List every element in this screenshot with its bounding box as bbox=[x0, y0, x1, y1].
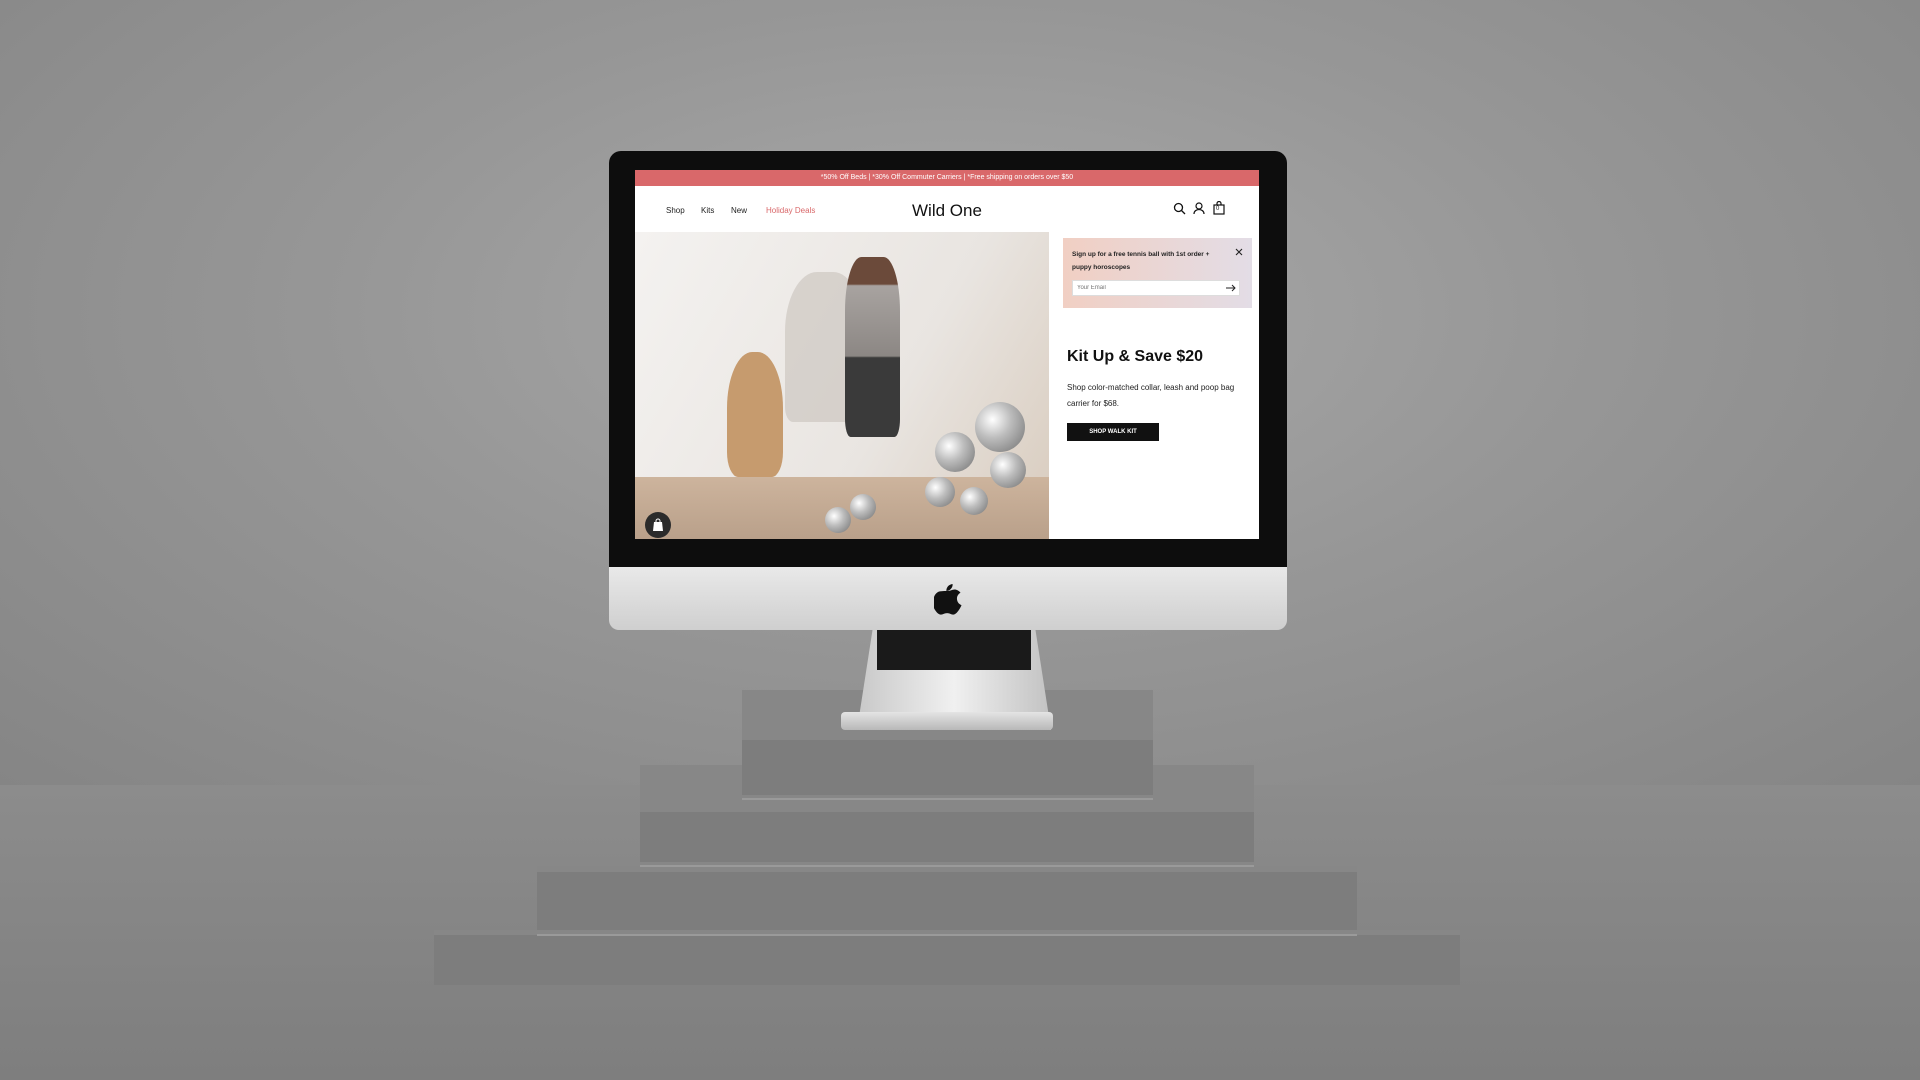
account-icon[interactable] bbox=[1193, 202, 1205, 215]
disco-ball bbox=[825, 507, 851, 533]
disco-ball bbox=[975, 402, 1025, 452]
shopify-bag-icon bbox=[653, 518, 663, 531]
podium-step-1-face bbox=[742, 740, 1153, 795]
woman-figure bbox=[845, 257, 900, 437]
browser-screen: *50% Off Beds | *30% Off Commuter Carrie… bbox=[635, 170, 1259, 539]
hero-headline: Kit Up & Save $20 bbox=[1067, 348, 1204, 365]
stand-base bbox=[841, 712, 1053, 730]
site-header: Shop Kits New Holiday Deals Wild One 0 bbox=[635, 186, 1259, 232]
podium-step-4-face bbox=[434, 935, 1460, 985]
nav-link-kits[interactable]: Kits bbox=[701, 206, 714, 215]
close-icon[interactable] bbox=[1235, 248, 1243, 256]
disco-ball bbox=[990, 452, 1026, 488]
dog-figure bbox=[727, 352, 783, 477]
monitor-stand-shadow bbox=[877, 630, 1031, 670]
promo-bar[interactable]: *50% Off Beds | *30% Off Commuter Carrie… bbox=[635, 170, 1259, 186]
shopify-badge[interactable] bbox=[645, 512, 671, 538]
hero-subtext: Shop color-matched collar, leash and poo… bbox=[1067, 383, 1235, 408]
arrow-right-icon[interactable] bbox=[1226, 284, 1236, 292]
disco-ball bbox=[925, 477, 955, 507]
podium-step-2-face bbox=[640, 812, 1254, 862]
search-icon[interactable] bbox=[1173, 202, 1186, 215]
disco-ball bbox=[960, 487, 988, 515]
podium-step-3-face bbox=[537, 872, 1357, 930]
site-logo[interactable]: Wild One bbox=[912, 201, 982, 221]
disco-ball bbox=[935, 432, 975, 472]
monitor-chin bbox=[609, 567, 1287, 630]
disco-ball bbox=[850, 494, 876, 520]
nav-link-holiday-deals[interactable]: Holiday Deals bbox=[766, 206, 815, 215]
cart-count: 0 bbox=[1216, 206, 1220, 212]
apple-logo-icon bbox=[934, 584, 962, 615]
signup-popup-text: Sign up for a free tennis ball with 1st … bbox=[1072, 251, 1210, 271]
shop-walk-kit-button[interactable]: SHOP WALK KIT bbox=[1067, 423, 1159, 441]
hero-image[interactable] bbox=[635, 232, 1049, 539]
signup-popup: Sign up for a free tennis ball with 1st … bbox=[1063, 238, 1252, 308]
nav-link-new[interactable]: New bbox=[731, 206, 747, 215]
email-field[interactable] bbox=[1072, 280, 1240, 296]
nav-link-shop[interactable]: Shop bbox=[666, 206, 685, 215]
